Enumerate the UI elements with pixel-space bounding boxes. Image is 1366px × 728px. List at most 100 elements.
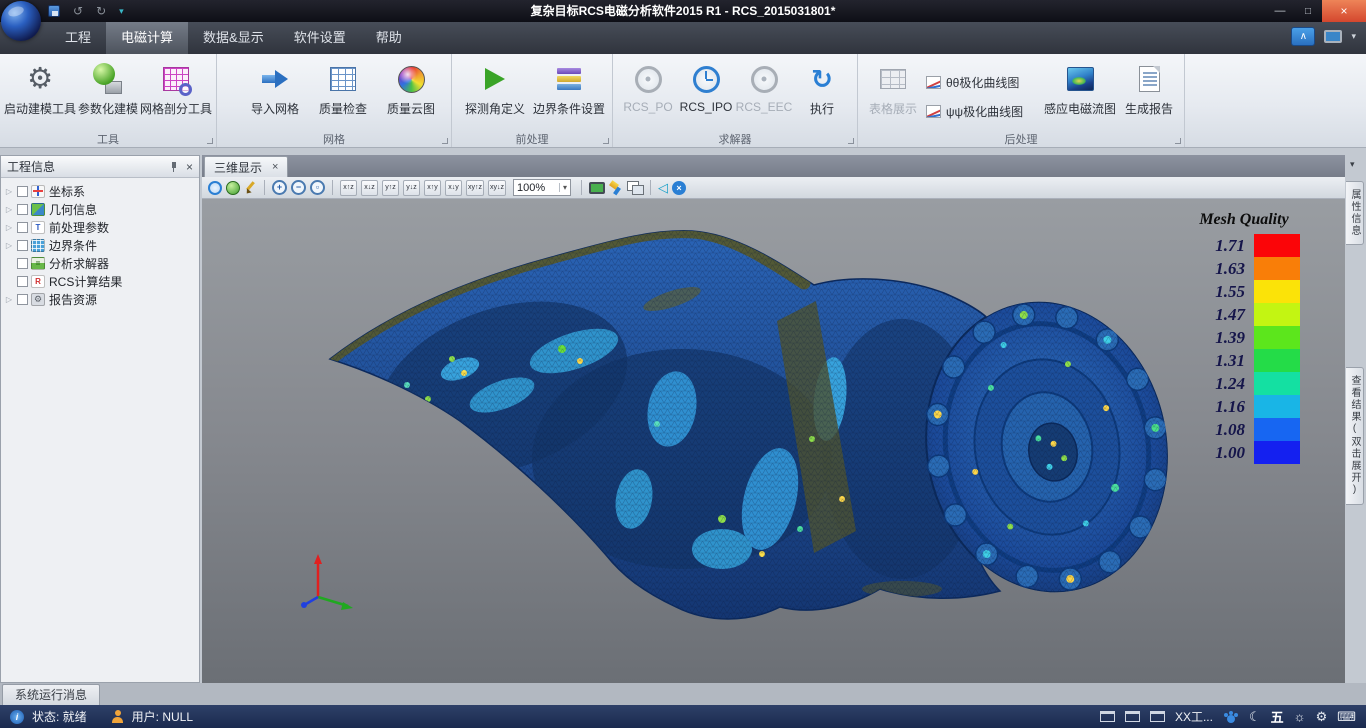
- tree-checkbox[interactable]: [17, 240, 28, 251]
- execute-button[interactable]: ↻ 执行: [793, 57, 851, 133]
- undo-icon[interactable]: ↺: [73, 5, 83, 17]
- view-xz-up-button[interactable]: x↑z: [340, 180, 357, 196]
- tab-em-computation[interactable]: 电磁计算: [106, 22, 188, 54]
- 3d-viewport[interactable]: Mesh Quality 1.71 1.63 1.55 1.47 1.39: [202, 199, 1345, 683]
- chevron-down-icon[interactable]: ▾: [1350, 159, 1355, 170]
- tree-checkbox[interactable]: [17, 204, 28, 215]
- panel-toggle-icon[interactable]: [1125, 711, 1140, 722]
- maximize-button[interactable]: □: [1294, 0, 1322, 22]
- import-mesh-button[interactable]: 导入网格: [241, 57, 309, 133]
- toolbar-divider: [264, 180, 265, 195]
- collapsed-tab-view-results[interactable]: 查看结果(双击展开): [1346, 367, 1364, 505]
- generate-report-button[interactable]: 生成报告: [1120, 57, 1178, 133]
- dialog-launcher-icon[interactable]: [442, 138, 448, 144]
- parametric-modeling-button[interactable]: 参数化建模: [74, 57, 142, 133]
- ime-mode-badge[interactable]: 五: [1271, 707, 1284, 726]
- view-yz-down-button[interactable]: y↓z: [403, 180, 420, 196]
- induction-map-icon: [1063, 62, 1097, 96]
- expand-arrow-icon[interactable]: ▷: [4, 205, 14, 214]
- moon-icon[interactable]: ☾: [1249, 710, 1261, 723]
- zoom-level-select[interactable]: 100% ▾: [513, 179, 571, 196]
- tree-checkbox[interactable]: [17, 258, 28, 269]
- tree-checkbox[interactable]: [17, 276, 28, 287]
- tab-system-messages[interactable]: 系统运行消息: [2, 684, 100, 705]
- view-mode-monitor-icon[interactable]: [589, 182, 605, 194]
- panel-toggle-icon[interactable]: [1150, 711, 1165, 722]
- panel-toggle-icon[interactable]: [1100, 711, 1115, 722]
- dialog-launcher-icon[interactable]: [848, 138, 854, 144]
- tree-item-preprocess-params[interactable]: ▷ T 前处理参数: [1, 218, 199, 236]
- tree-item-boundary[interactable]: ▷ 边界条件: [1, 236, 199, 254]
- legend-row: 1.47: [1188, 303, 1300, 326]
- titlebar: ↺ ↻ ▾ 复杂目标RCS电磁分析软件2015 R1 - RCS_2015031…: [0, 0, 1366, 22]
- tab-3d-display[interactable]: 三维显示 ×: [204, 156, 288, 177]
- expand-arrow-icon[interactable]: ▷: [4, 241, 14, 250]
- probe-angle-button[interactable]: 探测角定义: [458, 57, 532, 133]
- view-xy-down-button[interactable]: x↓y: [445, 180, 462, 196]
- expand-arrow-icon[interactable]: ▷: [4, 295, 14, 304]
- close-viewport-icon[interactable]: ×: [672, 181, 686, 195]
- quality-cloud-button[interactable]: 质量云图: [377, 57, 445, 133]
- mesh-partition-tool-button[interactable]: 网格剖分工具: [142, 57, 210, 133]
- gear-icon[interactable]: ⚙: [1316, 710, 1328, 723]
- boundary-condition-button[interactable]: 边界条件设置: [532, 57, 606, 133]
- zoom-out-icon[interactable]: −: [291, 180, 306, 195]
- dialog-launcher-icon[interactable]: [207, 138, 213, 144]
- minimize-button[interactable]: —: [1266, 0, 1294, 22]
- psi-polarization-curve-button[interactable]: ψψ极化曲线图: [922, 100, 1040, 122]
- ime-paw-icon[interactable]: [1223, 709, 1239, 724]
- tree-item-report-resource[interactable]: ▷ ⚙ 报告资源: [1, 290, 199, 308]
- quick-access-dropdown-icon[interactable]: ▾: [119, 6, 124, 17]
- view-xz-down-button[interactable]: x↓z: [361, 180, 378, 196]
- tab-settings[interactable]: 软件设置: [279, 22, 361, 54]
- quality-check-button[interactable]: 质量检查: [309, 57, 377, 133]
- panels-layout-icon[interactable]: [627, 181, 643, 194]
- view-tab-strip: 三维显示 ×: [202, 155, 1345, 177]
- tree-checkbox[interactable]: [17, 222, 28, 233]
- redo-icon[interactable]: ↻: [96, 5, 106, 17]
- zoom-in-icon[interactable]: +: [272, 180, 287, 195]
- tree-checkbox[interactable]: [17, 186, 28, 197]
- save-icon[interactable]: [48, 5, 60, 17]
- tab-project[interactable]: 工程: [50, 22, 106, 54]
- tab-help[interactable]: 帮助: [361, 22, 417, 54]
- render-sphere-icon[interactable]: [226, 181, 240, 195]
- orbit-icon[interactable]: [208, 181, 222, 195]
- light-torch-icon[interactable]: [609, 181, 623, 195]
- expand-arrow-icon[interactable]: ▷: [4, 223, 14, 232]
- close-button[interactable]: ×: [1322, 0, 1366, 22]
- pin-icon[interactable]: [167, 160, 181, 174]
- keyboard-icon[interactable]: ⌨: [1337, 710, 1356, 723]
- view-xy-up-button[interactable]: x↑y: [424, 180, 441, 196]
- view-yz-up-button[interactable]: y↑z: [382, 180, 399, 196]
- display-mode-icon[interactable]: [1324, 30, 1342, 43]
- collapse-ribbon-icon[interactable]: ∧: [1291, 27, 1315, 46]
- launch-modeling-tool-button[interactable]: ⚙ 启动建模工具: [6, 57, 74, 133]
- dialog-launcher-icon[interactable]: [1175, 138, 1181, 144]
- dialog-launcher-icon[interactable]: [603, 138, 609, 144]
- tree-item-solver[interactable]: = 分析求解器: [1, 254, 199, 272]
- legend-value: 1.63: [1215, 260, 1245, 277]
- display-dropdown-icon[interactable]: ▾: [1351, 31, 1356, 42]
- view-iso-up-button[interactable]: xy↑z: [466, 180, 484, 196]
- collapsed-tab-properties[interactable]: 属性信息: [1346, 181, 1364, 245]
- zoom-window-icon[interactable]: ▫: [310, 180, 325, 195]
- app-logo-icon[interactable]: [1, 1, 41, 41]
- share-arrow-icon[interactable]: ◁: [658, 181, 668, 194]
- rcs-ipo-button[interactable]: RCS_IPO: [677, 57, 735, 133]
- theta-polarization-curve-button[interactable]: θθ极化曲线图: [922, 71, 1040, 93]
- induction-current-map-button[interactable]: 感应电磁流图: [1040, 57, 1120, 133]
- view-iso-down-button[interactable]: xy↓z: [488, 180, 506, 196]
- tab-data-display[interactable]: 数据&显示: [188, 22, 279, 54]
- panel-close-icon[interactable]: ×: [186, 161, 193, 173]
- expand-arrow-icon[interactable]: ▷: [4, 187, 14, 196]
- annotate-pencil-icon[interactable]: [244, 181, 257, 195]
- report-document-icon: [1132, 62, 1166, 96]
- sun-icon[interactable]: ☼: [1294, 710, 1306, 723]
- tree-item-rcs-result[interactable]: R RCS计算结果: [1, 272, 199, 290]
- tree-checkbox[interactable]: [17, 294, 28, 305]
- tab-close-icon[interactable]: ×: [272, 162, 278, 173]
- tree-item-geometry[interactable]: ▷ 几何信息: [1, 200, 199, 218]
- legend-swatch: [1254, 441, 1300, 464]
- tree-item-coordinate[interactable]: ▷ 坐标系: [1, 182, 199, 200]
